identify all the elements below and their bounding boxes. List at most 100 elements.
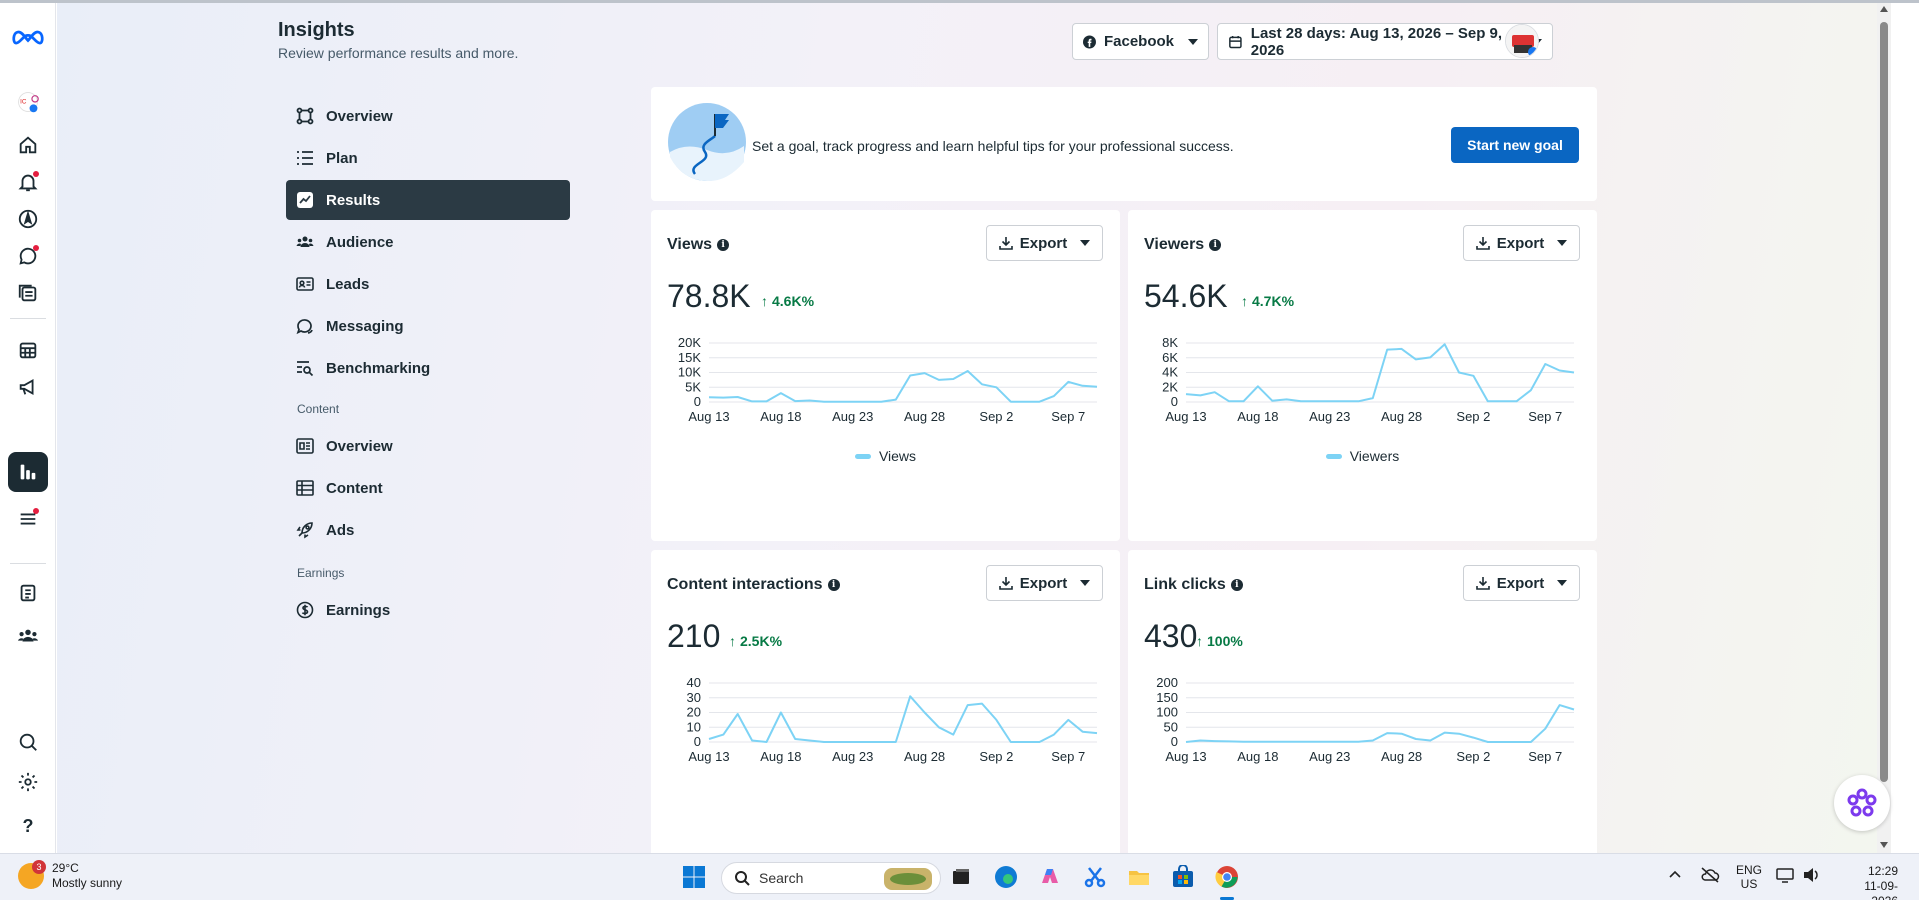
home-icon[interactable] xyxy=(8,125,48,165)
x-tick-label: Sep 2 xyxy=(979,749,1013,764)
interactions-delta: ↑ 2.5K% xyxy=(729,633,782,649)
interactions-value: 210 xyxy=(667,618,721,654)
copilot-icon[interactable] xyxy=(1037,864,1063,890)
search-icon xyxy=(735,871,750,886)
nav-leads[interactable]: Leads xyxy=(286,264,570,304)
nav-messaging[interactable]: Messaging xyxy=(286,306,570,346)
nav-benchmarking[interactable]: Benchmarking xyxy=(286,348,570,388)
export-button[interactable]: Export xyxy=(1463,565,1580,601)
settings-gear-icon[interactable] xyxy=(8,762,48,802)
language-code: ENG xyxy=(1736,863,1763,877)
y-tick-label: 20 xyxy=(687,705,701,720)
nav-earnings[interactable]: Earnings xyxy=(286,590,570,630)
task-view-icon[interactable] xyxy=(948,864,974,890)
arrow-up-icon: ↑ xyxy=(761,293,768,309)
views-line-chart: 05K10K15K20K Aug 13 Aug 18 Aug 23 Aug 28 Sep … xyxy=(678,335,1098,424)
scroll-up-arrow-icon[interactable] xyxy=(1880,6,1888,12)
file-explorer-icon[interactable] xyxy=(1126,864,1152,890)
help-question-icon[interactable]: ? xyxy=(8,806,48,846)
page-subtitle: Review performance results and more. xyxy=(278,45,519,61)
network-icon[interactable] xyxy=(1776,867,1794,886)
people-groups-icon[interactable] xyxy=(8,616,48,656)
ai-assistant-button[interactable] xyxy=(1834,775,1890,831)
nav-overview[interactable]: Overview xyxy=(286,96,570,136)
results-chart-icon xyxy=(297,192,313,208)
info-icon[interactable]: i xyxy=(827,579,840,591)
x-tick-label: Aug 13 xyxy=(1165,409,1206,424)
export-button[interactable]: Export xyxy=(986,565,1103,601)
platform-selector[interactable]: Facebook xyxy=(1072,23,1209,60)
export-label: Export xyxy=(1496,234,1545,252)
windows-start-icon[interactable] xyxy=(681,864,707,890)
download-icon xyxy=(998,237,1013,250)
volume-icon[interactable] xyxy=(1803,867,1821,886)
interactions-line-chart: 010203040 Aug 13 Aug 18 Aug 23 Aug 28 Sep 2 Se… xyxy=(687,675,1098,764)
megaphone-ads-icon[interactable] xyxy=(8,367,48,407)
compass-icon[interactable] xyxy=(8,199,48,239)
calendar-planner-icon[interactable] xyxy=(8,330,48,370)
viewers-value: 54.6K xyxy=(1144,278,1228,314)
arrow-up-icon: ↑ xyxy=(1241,293,1248,309)
meta-logo-icon[interactable] xyxy=(8,18,48,58)
legend-label: Views xyxy=(878,448,917,464)
search-highlight-image xyxy=(884,868,932,890)
nav-ads[interactable]: Ads xyxy=(286,510,570,550)
nav-content-overview[interactable]: Overview xyxy=(286,426,570,466)
scroll-down-arrow-icon[interactable] xyxy=(1880,842,1888,848)
nav-plan[interactable]: Plan xyxy=(286,138,570,178)
views-card: Views i Export 78.8K ↑ 4.6K% 0 5K 10K 15K 20K A… xyxy=(651,210,1120,541)
language-indicator[interactable]: ENG US xyxy=(1736,863,1762,891)
info-icon[interactable]: i xyxy=(1209,239,1222,251)
y-tick-label: 0 xyxy=(694,734,701,749)
insights-bar-chart-icon[interactable] xyxy=(8,452,48,492)
help-glyph: ? xyxy=(22,815,34,836)
info-icon[interactable]: i xyxy=(717,239,730,251)
metric-title-text: Views xyxy=(667,236,713,253)
inbox-chat-icon[interactable] xyxy=(8,236,48,276)
date-range-selector[interactable]: Last 28 days: Aug 13, 2026 – Sep 9, 2026 xyxy=(1217,23,1553,60)
notifications-bell-icon[interactable] xyxy=(8,162,48,202)
legend-swatch xyxy=(854,453,871,459)
leads-card-icon xyxy=(296,277,314,291)
billing-ledger-icon[interactable] xyxy=(8,573,48,613)
link-clicks-card: Link clicks i Export 430 ↑ 100% 0 50 100 150 2… xyxy=(1128,550,1597,853)
start-new-goal-button[interactable]: Start new goal xyxy=(1451,127,1579,163)
microsoft-store-icon[interactable] xyxy=(1170,864,1196,890)
cloud-offline-icon[interactable] xyxy=(1700,867,1720,886)
series-line xyxy=(708,695,1098,743)
content-library-icon[interactable] xyxy=(8,273,48,313)
system-clock[interactable]: 12:29 11-09-2026 xyxy=(1838,864,1898,900)
search-icon[interactable] xyxy=(8,722,48,762)
left-rail: IC ? xyxy=(0,0,56,853)
nav-content[interactable]: Content xyxy=(286,468,570,508)
profile-avatar[interactable] xyxy=(1505,24,1539,58)
x-tick-label: Aug 18 xyxy=(1237,749,1278,764)
export-button[interactable]: Export xyxy=(986,225,1103,261)
page-scrollbar[interactable] xyxy=(1877,0,1891,853)
taskbar-search[interactable]: Search xyxy=(721,862,941,894)
export-label: Export xyxy=(1019,574,1068,592)
y-tick-label: 8K xyxy=(1162,335,1178,350)
goal-illustration xyxy=(668,103,746,182)
scrollbar-thumb[interactable] xyxy=(1880,22,1888,782)
svg-text:IC: IC xyxy=(20,99,27,106)
edge-browser-icon[interactable] xyxy=(993,864,1019,890)
download-icon xyxy=(1475,577,1490,590)
weather-widget[interactable]: 3 29°C Mostly sunny xyxy=(18,860,122,891)
chrome-browser-icon[interactable] xyxy=(1214,864,1240,890)
link-clicks-delta: ↑ 100% xyxy=(1196,633,1243,649)
windows-taskbar: 3 29°C Mostly sunny Search ENG US 12:29 … xyxy=(0,853,1919,900)
nav-label: Results xyxy=(326,191,381,209)
menu-icon[interactable] xyxy=(8,499,48,539)
page-avatar-icon[interactable]: IC xyxy=(8,82,48,122)
region-code: US xyxy=(1740,877,1758,891)
export-button[interactable]: Export xyxy=(1463,225,1580,261)
y-tick-label: 15K xyxy=(678,350,701,365)
nav-results[interactable]: Results xyxy=(286,180,570,220)
tray-chevron-up-icon[interactable] xyxy=(1668,867,1682,884)
series-line xyxy=(708,370,1098,403)
nav-label: Plan xyxy=(326,149,358,167)
nav-audience[interactable]: Audience xyxy=(286,222,570,262)
info-icon[interactable]: i xyxy=(1230,579,1243,591)
snipping-tool-icon[interactable] xyxy=(1082,864,1108,890)
